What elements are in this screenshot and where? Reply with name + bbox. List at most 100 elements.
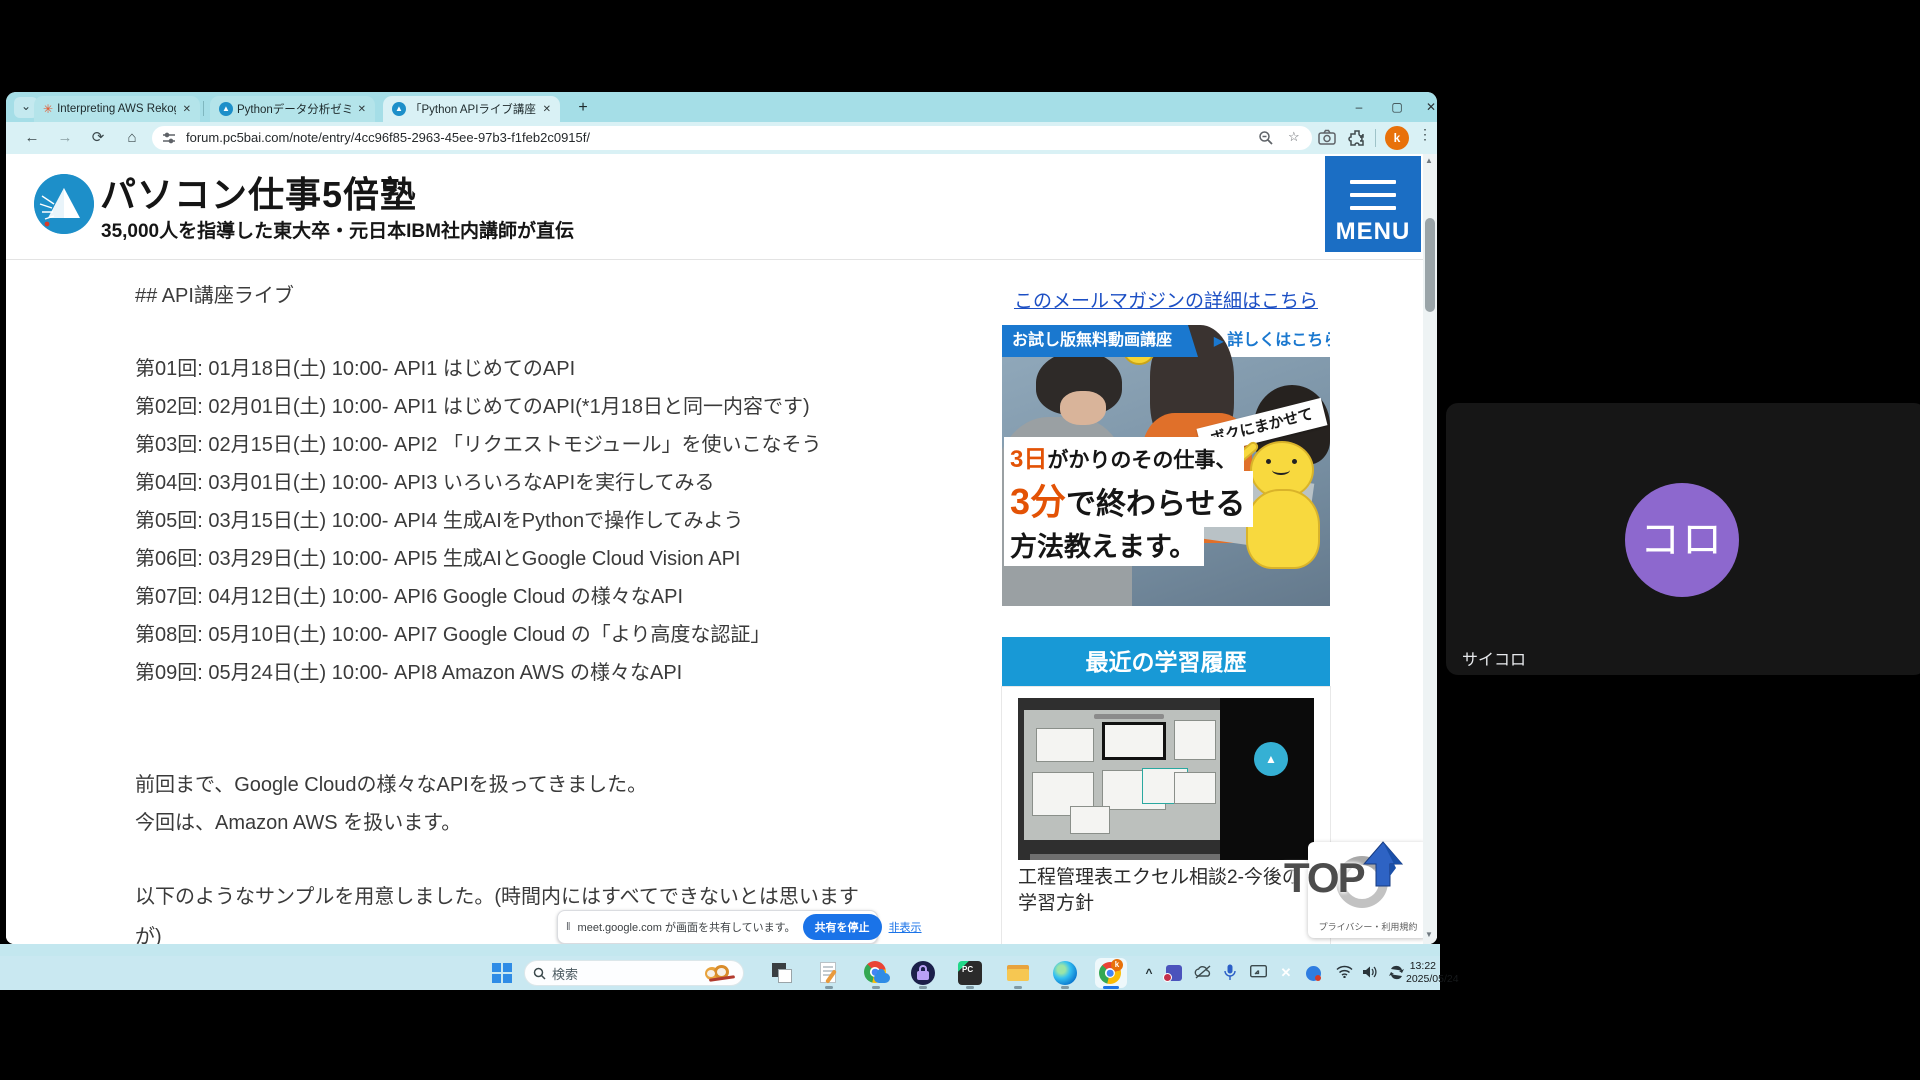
active-app-indicator (1103, 986, 1119, 989)
text-line: 第04回: 03月01日(土) 10:00- API3 いろいろなAPIを実行し… (135, 466, 822, 504)
pause-icon: ‖ (566, 921, 571, 933)
window-minimize-button[interactable]: – (1344, 96, 1374, 118)
running-indicator (919, 986, 927, 989)
participant-tile[interactable]: コロ サイコロ (1446, 403, 1920, 675)
microphone-icon[interactable] (1224, 964, 1236, 981)
url-text[interactable]: forum.pc5bai.com/note/entry/4cc96f85-296… (186, 130, 590, 145)
tab-aws-rekognition[interactable]: ✳ Interpreting AWS Rekognition ✕ (34, 96, 200, 122)
scrollbar-up-icon[interactable]: ▲ (1425, 156, 1433, 165)
privacy-terms-label[interactable]: プライバシー・利用規約 (1308, 920, 1428, 933)
text-line: 第03回: 02月15日(土) 10:00- API2 「リクエストモジュール」… (135, 428, 822, 466)
newsletter-detail-link[interactable]: このメールマガジンの詳細はこちら (1002, 286, 1330, 313)
camera-status-icon[interactable] (1306, 966, 1321, 981)
video-logo-icon: ▲ (1254, 742, 1288, 776)
browser-menu-icon[interactable]: ⋮ (1418, 126, 1432, 143)
search-placeholder: 検索 (552, 964, 705, 983)
edge-icon[interactable] (1053, 961, 1077, 985)
windows-taskbar: 検索 PC k ^ (0, 956, 1440, 990)
tab3-favicon-icon: ▲ (392, 102, 406, 116)
site-logo[interactable] (34, 174, 94, 234)
desktop-wallpaper-strip (0, 944, 1440, 956)
wifi-icon[interactable] (1336, 965, 1353, 978)
tab1-title: Interpreting AWS Rekognition (57, 103, 176, 115)
new-tab-button[interactable]: + (572, 97, 594, 119)
article-paragraph: 前回まで、Google Cloudの様々なAPIを扱ってきました。今回は、Ama… (135, 768, 647, 844)
history-video-thumbnail[interactable]: ▲ (1018, 698, 1314, 860)
running-indicator (1014, 986, 1022, 989)
cloud-off-icon[interactable] (1194, 965, 1212, 979)
scrollbar-thumb[interactable] (1425, 218, 1435, 312)
article-heading: ## API講座ライブ (135, 279, 294, 308)
back-icon[interactable]: ← (20, 127, 44, 149)
start-button-icon[interactable] (492, 963, 512, 983)
window-close-button[interactable]: ✕ (1416, 96, 1437, 118)
taskbar-clock[interactable]: 13:22 2025/05/24 (1406, 960, 1436, 986)
address-bar[interactable]: forum.pc5bai.com/note/entry/4cc96f85-296… (152, 126, 1312, 150)
tab3-close-icon[interactable]: ✕ (540, 104, 554, 115)
teams-icon[interactable] (1166, 965, 1182, 981)
tray-expand-icon[interactable]: ^ (1141, 956, 1157, 990)
window-maximize-button[interactable]: ▢ (1382, 96, 1412, 118)
web-page: パソコン仕事5倍塾 35,000人を指導した東大卒・元日本IBM社内講師が直伝 … (6, 154, 1437, 944)
detail-arrow-icon: ▶ (1214, 334, 1223, 348)
cast-screen-icon[interactable] (1250, 965, 1267, 979)
ime-language-icon[interactable] (1388, 965, 1405, 980)
hamburger-icon (1350, 180, 1396, 184)
text-line: 第07回: 04月12日(土) 10:00- API6 Google Cloud… (135, 580, 822, 618)
forward-icon[interactable]: → (53, 127, 77, 149)
text-line: 前回まで、Google Cloudの様々なAPIを扱ってきました。 (135, 768, 647, 806)
menu-label: MENU (1325, 218, 1421, 246)
extensions-icon[interactable] (1348, 129, 1366, 147)
password-lock-icon[interactable] (911, 961, 935, 985)
page-scrollbar[interactable]: ▲ ▼ (1423, 154, 1437, 944)
search-highlight-sushi-icon[interactable] (705, 964, 735, 982)
bookmark-star-icon[interactable]: ☆ (1288, 129, 1300, 145)
camera-icon[interactable] (1318, 129, 1336, 145)
top-arrow-icon (1360, 840, 1406, 890)
browser-profile-avatar[interactable]: k (1385, 126, 1409, 150)
file-explorer-icon[interactable] (1006, 961, 1030, 985)
tab-api-live-course-active[interactable]: ▲ 「Python APIライブ講座」第9回は ✕ (383, 96, 560, 122)
home-icon[interactable]: ⌂ (120, 127, 144, 149)
participant-avatar: コロ (1625, 483, 1739, 597)
site-info-icon[interactable] (162, 131, 176, 145)
taskbar-search-box[interactable]: 検索 (524, 960, 744, 986)
scrollbar-down-icon[interactable]: ▼ (1425, 930, 1433, 939)
text-line: 第02回: 02月01日(土) 10:00- API1 はじめてのAPI(*1月… (135, 390, 822, 428)
ad-line-2: 3分で終わらせる (1004, 471, 1253, 527)
learning-history-header: 最近の学習履歴 (1002, 637, 1330, 687)
site-header: パソコン仕事5倍塾 35,000人を指導した東大卒・元日本IBM社内講師が直伝 … (6, 154, 1437, 260)
meet-share-bar: ‖ meet.google.com が画面を共有しています。 共有を停止 非表示 (557, 910, 878, 944)
share-status-text: meet.google.com が画面を共有しています。 (578, 919, 796, 935)
pycharm-icon[interactable]: PC (958, 961, 982, 985)
tab1-favicon-icon: ✳ (43, 103, 53, 115)
text-line: 第09回: 05月24日(土) 10:00- API8 Amazon AWS の… (135, 656, 822, 694)
menu-button[interactable]: MENU (1325, 156, 1421, 252)
running-indicator (1061, 986, 1069, 989)
top-button-label[interactable]: TOP (1284, 854, 1364, 902)
clock-time: 13:22 (1406, 960, 1436, 973)
task-view-icon[interactable] (770, 961, 794, 985)
chrome-remote-icon[interactable] (864, 961, 888, 985)
notepad-icon[interactable] (817, 961, 841, 985)
history-video-caption[interactable]: 工程管理表エクセル相談2-今後の学習方針 (1018, 865, 1318, 917)
chrome-profile-icon[interactable]: k (1099, 961, 1123, 985)
ad-detail-link[interactable]: ▶詳しくはこちら (1214, 325, 1330, 357)
schedule-list: 第01回: 01月18日(土) 10:00- API1 はじめてのAPI第02回… (135, 352, 822, 694)
learning-history-panel: ▲ 工程管理表エクセル相談2-今後の学習方針 (1002, 687, 1330, 944)
browser-toolbar: ← → ⟳ ⌂ forum.pc5bai.com/note/entry/4cc9… (6, 122, 1437, 154)
ad-banner[interactable]: ボクにまかせて 3日がかりのその仕事、 3分で終わらせる 方法教えます。 お試し… (1002, 325, 1330, 606)
tab-python-portal[interactable]: ▲ Pythonデータ分析ゼミ ポータルトッ ✕ (210, 96, 375, 122)
browser-window: ⌄ ✳ Interpreting AWS Rekognition ✕ ▲ Pyt… (6, 92, 1437, 944)
tab2-close-icon[interactable]: ✕ (355, 104, 369, 115)
reload-icon[interactable]: ⟳ (86, 127, 110, 149)
hide-share-bar-link[interactable]: 非表示 (889, 919, 922, 935)
text-line: 第08回: 05月10日(土) 10:00- API7 Google Cloud… (135, 618, 822, 656)
tab1-close-icon[interactable]: ✕ (180, 104, 194, 115)
volume-icon[interactable] (1362, 965, 1378, 979)
zoom-level-icon[interactable] (1258, 130, 1274, 146)
site-subtitle: 35,000人を指導した東大卒・元日本IBM社内講師が直伝 (101, 216, 574, 243)
tray-close-icon[interactable]: ✕ (1278, 956, 1294, 990)
ad-line-3: 方法教えます。 (1004, 523, 1204, 566)
stop-sharing-button[interactable]: 共有を停止 (803, 914, 882, 940)
